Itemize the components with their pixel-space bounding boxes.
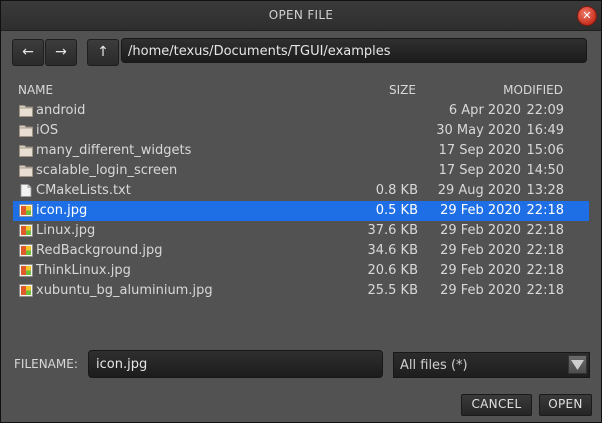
file-date: 29 Feb 2020: [440, 243, 521, 258]
file-size: 20.6 KB: [367, 263, 418, 278]
image-file-icon: [19, 264, 33, 277]
image-file-icon: [19, 244, 33, 257]
file-date: 29 Feb 2020: [440, 263, 521, 278]
image-file-icon: [19, 284, 33, 297]
folder-icon: [19, 104, 33, 117]
file-date: 29 Feb 2020: [440, 203, 521, 218]
file-date: 29 Aug 2020: [437, 183, 521, 198]
file-row[interactable]: ThinkLinux.jpg 20.6 KB 29 Feb 2020 22:18: [13, 261, 589, 281]
dropdown-button[interactable]: [568, 355, 587, 374]
file-type-filter-value: All files (*): [400, 358, 468, 373]
back-button[interactable]: ←: [12, 39, 44, 66]
forward-button[interactable]: →: [45, 39, 77, 66]
file-size: 25.5 KB: [367, 283, 418, 298]
up-directory-button[interactable]: ↑: [87, 39, 119, 66]
file-row[interactable]: icon.jpg 0.5 KB 29 Feb 2020 22:18: [13, 201, 589, 221]
file-date: 17 Sep 2020: [438, 143, 521, 158]
file-date: 17 Sep 2020: [438, 163, 521, 178]
column-header-size[interactable]: SIZE: [389, 83, 416, 97]
file-time: 14:50: [526, 163, 564, 178]
file-name: many_different_widgets: [36, 143, 192, 158]
file-row[interactable]: scalable_login_screen 17 Sep 2020 14:50: [13, 161, 589, 181]
close-button[interactable]: ✕: [577, 6, 597, 26]
title-bar[interactable]: OPEN FILE ✕: [1, 1, 601, 31]
dialog-title: OPEN FILE: [268, 8, 334, 22]
file-row[interactable]: Linux.jpg 37.6 KB 29 Feb 2020 22:18: [13, 221, 589, 241]
file-size: 37.6 KB: [367, 223, 418, 238]
column-header-name[interactable]: NAME: [18, 83, 53, 97]
column-header-modified[interactable]: MODIFIED: [503, 83, 563, 97]
folder-icon: [19, 124, 33, 137]
file-date: 29 Feb 2020: [440, 283, 521, 298]
file-time: 22:18: [526, 203, 564, 218]
file-date: 6 Apr 2020: [448, 103, 521, 118]
file-name: Linux.jpg: [36, 223, 96, 238]
file-name: xubuntu_bg_aluminium.jpg: [36, 283, 213, 298]
file-size: 34.6 KB: [367, 243, 418, 258]
file-time: 22:18: [526, 223, 564, 238]
file-date: 29 Feb 2020: [440, 223, 521, 238]
file-row[interactable]: xubuntu_bg_aluminium.jpg 25.5 KB 29 Feb 20…: [13, 281, 589, 301]
file-type-filter[interactable]: All files (*): [393, 352, 590, 378]
arrow-left-icon: ←: [22, 44, 34, 60]
image-file-icon: [19, 204, 33, 217]
file-time: 22:18: [526, 283, 564, 298]
folder-icon: [19, 144, 33, 157]
file-time: 15:06: [526, 143, 564, 158]
file-list-header: NAME SIZE MODIFIED: [13, 81, 589, 101]
file-time: 22:09: [526, 103, 564, 118]
chevron-down-icon: [571, 360, 584, 370]
file-size: 0.8 KB: [375, 183, 418, 198]
file-date: 30 May 2020: [436, 123, 521, 138]
file-time: 16:49: [526, 123, 564, 138]
close-icon: ✕: [582, 9, 592, 22]
file-row[interactable]: iOS 30 May 2020 16:49: [13, 121, 589, 141]
file-name: android: [36, 103, 86, 118]
text-file-icon: [19, 184, 33, 197]
file-row[interactable]: CMakeLists.txt 0.8 KB 29 Aug 2020 13:28: [13, 181, 589, 201]
folder-icon: [19, 164, 33, 177]
filename-label: FILENAME:: [14, 357, 78, 371]
file-time: 13:28: [526, 183, 564, 198]
open-file-dialog: OPEN FILE ✕ ← → ↑ /home/texus/Documents/…: [0, 0, 602, 423]
file-row[interactable]: many_different_widgets 17 Sep 2020 15:06: [13, 141, 589, 161]
file-name: scalable_login_screen: [36, 163, 178, 178]
file-name: RedBackground.jpg: [36, 243, 163, 258]
filename-input[interactable]: icon.jpg: [88, 350, 383, 378]
file-row[interactable]: android 6 Apr 2020 22:09: [13, 101, 589, 121]
arrow-right-icon: →: [55, 44, 67, 60]
arrow-up-icon: ↑: [97, 44, 109, 60]
open-button[interactable]: OPEN: [539, 394, 592, 416]
file-time: 22:18: [526, 243, 564, 258]
file-list[interactable]: android 6 Apr 2020 22:09 iOS 30 May 2020 16:4…: [13, 101, 589, 341]
file-time: 22:18: [526, 263, 564, 278]
image-file-icon: [19, 224, 33, 237]
file-name: ThinkLinux.jpg: [36, 263, 131, 278]
file-row[interactable]: RedBackground.jpg 34.6 KB 29 Feb 2020 22:18: [13, 241, 589, 261]
file-name: icon.jpg: [36, 203, 88, 218]
file-name: iOS: [36, 123, 59, 138]
file-name: CMakeLists.txt: [36, 183, 131, 198]
cancel-button[interactable]: CANCEL: [461, 394, 532, 416]
path-input[interactable]: /home/texus/Documents/TGUI/examples: [121, 38, 587, 63]
file-size: 0.5 KB: [375, 203, 418, 218]
